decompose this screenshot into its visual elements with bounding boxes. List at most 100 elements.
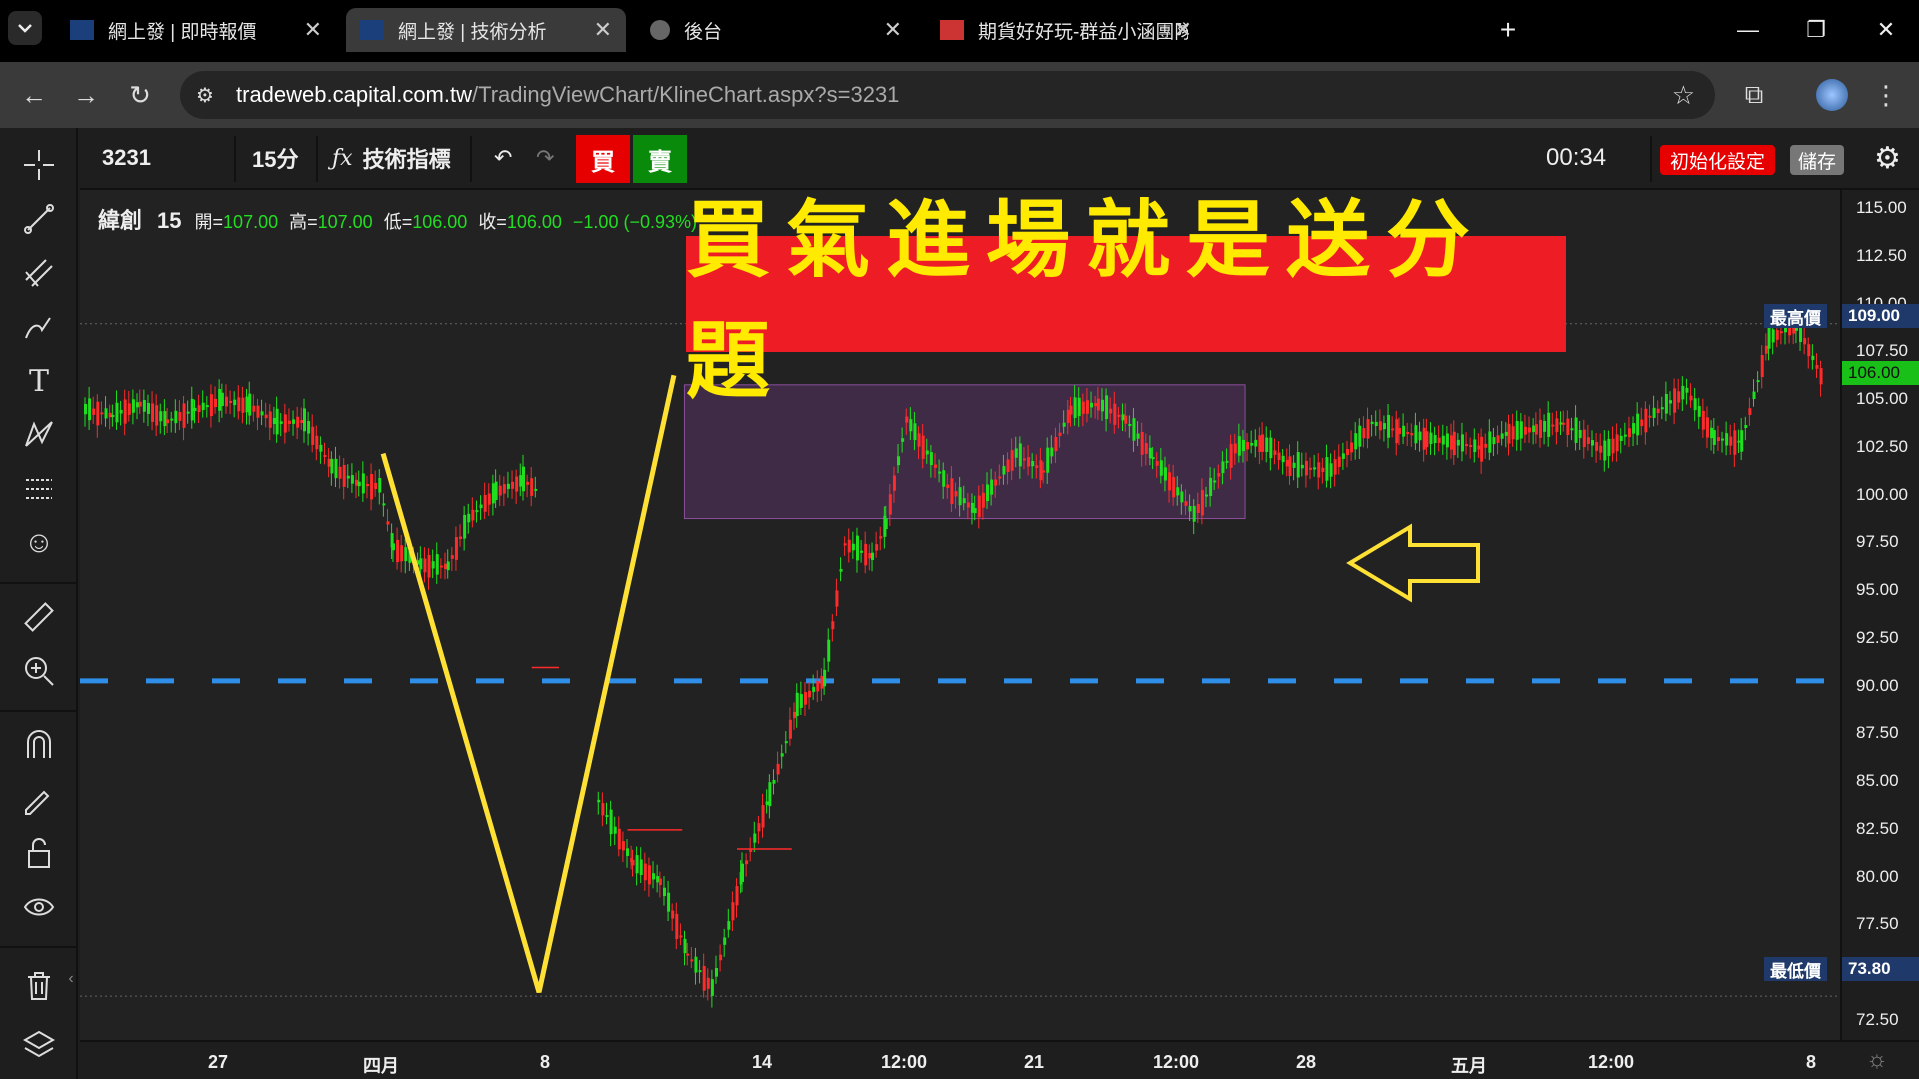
- profile-avatar[interactable]: [1812, 75, 1852, 115]
- tab-search-button[interactable]: [8, 11, 42, 45]
- save-button[interactable]: 儲存: [1790, 145, 1845, 175]
- candle-body: [1590, 440, 1594, 446]
- tab-futures[interactable]: 期貨好好玩-群益小涵團隊|唯一 ✕: [926, 8, 1206, 52]
- tab-backend[interactable]: 後台 ✕: [636, 8, 916, 52]
- candle-body: [1725, 433, 1729, 446]
- candle-body: [396, 539, 400, 563]
- indicators-button[interactable]: ƒx 技術指標: [332, 128, 451, 188]
- candle-body: [879, 536, 883, 539]
- prediction-icon[interactable]: [18, 468, 60, 510]
- tab-technical-analysis[interactable]: 網上發 | 技術分析 ✕: [346, 8, 626, 52]
- settings-gear-icon[interactable]: ⚙: [1874, 128, 1901, 188]
- restore-button[interactable]: ❐: [1796, 10, 1836, 50]
- pattern-icon[interactable]: [18, 414, 60, 456]
- candle-body: [115, 402, 119, 423]
- bookmark-star-icon[interactable]: ☆: [1672, 80, 1695, 111]
- symbol-search[interactable]: 3231: [102, 128, 151, 188]
- candle-body: [621, 841, 625, 851]
- candle-body: [831, 621, 835, 630]
- crosshair-icon[interactable]: [18, 144, 60, 186]
- time-settings-icon[interactable]: ☼: [1866, 1046, 1888, 1074]
- candle-body: [515, 476, 519, 492]
- candle-body: [1534, 424, 1538, 435]
- interval-selector[interactable]: 15分: [252, 128, 298, 188]
- toolbar-divider: [1650, 136, 1652, 182]
- candle-body: [268, 411, 272, 428]
- candle-body: [155, 405, 159, 426]
- text-icon[interactable]: T: [18, 360, 60, 402]
- minimize-button[interactable]: —: [1728, 10, 1768, 50]
- candle-body: [307, 421, 311, 434]
- url-input[interactable]: ⚙ tradeweb.capital.com.tw/TradingViewCha…: [180, 71, 1715, 119]
- brush-icon[interactable]: [18, 306, 60, 348]
- unlock-icon[interactable]: [18, 832, 60, 874]
- candle-body: [1456, 439, 1460, 446]
- trend-line-icon[interactable]: [18, 198, 60, 240]
- site-info-icon[interactable]: ⚙: [196, 83, 214, 108]
- candle-body: [1246, 442, 1250, 450]
- menu-kebab-icon[interactable]: ⋮: [1866, 75, 1906, 115]
- buy-button[interactable]: 買: [576, 135, 630, 183]
- candle-body: [119, 409, 123, 414]
- candle-body: [776, 763, 780, 775]
- candle-body: [1321, 467, 1325, 473]
- trash-icon[interactable]: [18, 964, 60, 1006]
- close-icon[interactable]: ✕: [884, 17, 902, 43]
- ohlc-legend: 緯創 15 開=107.00 高=107.00 低=106.00 收=106.0…: [98, 203, 697, 235]
- eye-icon[interactable]: [18, 886, 60, 928]
- candle-body: [970, 502, 974, 513]
- toolbar-divider: [0, 946, 78, 948]
- layers-icon[interactable]: [18, 1024, 60, 1066]
- candle-body: [1382, 423, 1386, 430]
- candle-body: [386, 521, 390, 525]
- redo-icon[interactable]: ↷: [536, 128, 554, 188]
- candle-body: [929, 452, 933, 466]
- candle-body: [799, 694, 803, 708]
- magnet-icon[interactable]: [18, 724, 60, 766]
- extensions-icon[interactable]: ⧉: [1734, 75, 1774, 115]
- lock-drawing-icon[interactable]: [18, 778, 60, 820]
- zoom-in-icon[interactable]: [18, 650, 60, 692]
- capital-favicon-icon: [360, 20, 384, 40]
- candle-body: [1200, 490, 1204, 516]
- reset-settings-button[interactable]: 初始化設定: [1660, 145, 1776, 175]
- close-icon[interactable]: ✕: [1174, 17, 1192, 43]
- candle-body: [1300, 464, 1304, 469]
- candle-body: [727, 921, 731, 930]
- close-window-button[interactable]: ✕: [1866, 10, 1906, 50]
- candle-body: [241, 397, 245, 413]
- candle-body: [1046, 447, 1050, 473]
- legend-open: 107.00: [223, 212, 279, 232]
- close-icon[interactable]: ✕: [594, 17, 612, 43]
- current-price-value: 106.00: [1842, 361, 1919, 385]
- reload-button[interactable]: ↻: [120, 75, 160, 115]
- candle-body: [698, 970, 702, 973]
- tab-realtime-quote[interactable]: 網上發 | 即時報價 ✕: [56, 8, 336, 52]
- collapse-chevron-icon[interactable]: ‹: [64, 958, 78, 1000]
- cube-icon: [650, 20, 670, 40]
- candle-body: [1414, 425, 1418, 444]
- candle-body: [962, 498, 966, 504]
- candle-body: [502, 484, 506, 494]
- candle-body: [998, 476, 1002, 479]
- candle-body: [327, 458, 331, 467]
- forward-button[interactable]: →: [66, 75, 106, 115]
- undo-icon[interactable]: ↶: [494, 128, 512, 188]
- candle-body: [1627, 428, 1631, 438]
- candle-body: [1269, 437, 1273, 459]
- close-icon[interactable]: ✕: [304, 17, 322, 43]
- candle-body: [875, 544, 879, 551]
- back-button[interactable]: ←: [14, 75, 54, 115]
- candle-body: [201, 402, 205, 411]
- ruler-icon[interactable]: [18, 596, 60, 638]
- new-tab-button[interactable]: +: [1488, 10, 1528, 50]
- candle-body: [218, 388, 222, 411]
- fib-tools-icon[interactable]: [18, 252, 60, 294]
- time-axis[interactable]: ☼: [80, 1040, 1919, 1079]
- emoji-icon[interactable]: ☺: [18, 522, 60, 564]
- toolbar-divider: [0, 710, 78, 712]
- sell-button[interactable]: 賣: [633, 135, 687, 183]
- candle-body: [808, 690, 812, 698]
- candle-body: [361, 473, 365, 494]
- chevron-down-icon: [18, 24, 32, 33]
